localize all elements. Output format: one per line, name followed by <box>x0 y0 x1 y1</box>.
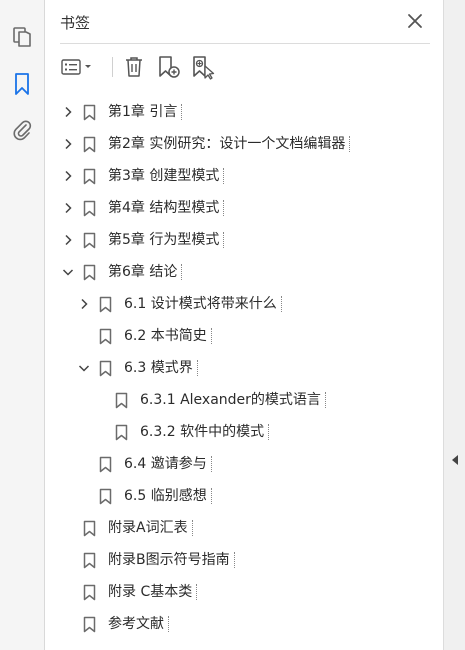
panel-collapse-strip[interactable] <box>443 0 465 650</box>
bookmark-icon <box>82 103 96 121</box>
toolbar-separator <box>112 57 113 77</box>
header-divider <box>60 43 430 44</box>
bookmark-icon <box>15 73 29 95</box>
bookmark-item[interactable]: 参考文献 <box>60 608 169 640</box>
options-menu-icon <box>61 59 91 75</box>
bookmark-item[interactable]: 第6章 结论 <box>60 256 183 288</box>
bookmark-label: 附录A词汇表 <box>108 520 193 536</box>
bookmark-label: 参考文献 <box>108 616 169 632</box>
navigation-rail <box>0 0 45 650</box>
bookmark-icon <box>114 391 128 409</box>
bookmark-icon <box>98 295 112 313</box>
bookmark-toolbar <box>60 53 430 81</box>
chevron-down-icon[interactable] <box>60 264 76 280</box>
bookmark-icon <box>82 135 96 153</box>
bookmark-item[interactable]: 6.5 临别感想 <box>76 480 212 512</box>
pages-panel-button[interactable] <box>9 24 35 50</box>
bookmark-label: 第6章 结论 <box>108 264 183 280</box>
bookmark-icon <box>82 519 96 537</box>
bookmark-label: 附录B图示符号指南 <box>108 552 235 568</box>
new-bookmark-from-structure-button[interactable] <box>190 53 216 81</box>
chevron-right-icon[interactable] <box>76 296 92 312</box>
bookmark-item[interactable]: 6.3 模式界 <box>76 352 198 384</box>
bookmark-label: 第5章 行为型模式 <box>108 232 225 248</box>
bookmark-item[interactable]: 附录 C基本类 <box>60 576 198 608</box>
chevron-right-icon[interactable] <box>60 104 76 120</box>
bookmark-label: 6.3.2 软件中的模式 <box>140 424 270 440</box>
bookmark-icon <box>82 263 96 281</box>
new-bookmark-icon <box>159 56 180 78</box>
bookmark-icon <box>98 455 112 473</box>
bookmark-icon <box>82 231 96 249</box>
bookmark-label: 6.2 本书简史 <box>124 328 212 344</box>
chevron-right-icon[interactable] <box>60 200 76 216</box>
bookmark-icon <box>82 551 96 569</box>
bookmark-item[interactable]: 第2章 实例研究：设计一个文档编辑器 <box>60 128 351 160</box>
bookmark-icon <box>98 487 112 505</box>
bookmark-icon <box>82 167 96 185</box>
bookmark-icon <box>114 423 128 441</box>
bookmark-item[interactable]: 6.1 设计模式将带来什么 <box>76 288 282 320</box>
bookmark-label: 第2章 实例研究：设计一个文档编辑器 <box>108 136 351 152</box>
bookmark-item[interactable]: 6.2 本书简史 <box>76 320 212 352</box>
chevron-right-icon[interactable] <box>60 168 76 184</box>
new-bookmark-button[interactable] <box>156 53 182 81</box>
bookmark-label: 6.3 模式界 <box>124 360 198 376</box>
delete-icon <box>126 57 142 77</box>
bookmark-item[interactable]: 附录A词汇表 <box>60 512 193 544</box>
bookmarks-panel: 书签 第1章 引言 第2章 实例研究：设计一个文档编辑器 第3章 创建型模式 第… <box>46 0 443 650</box>
bookmark-label: 第4章 结构型模式 <box>108 200 225 216</box>
bookmark-item[interactable]: 第1章 引言 <box>60 96 183 128</box>
new-bookmark-from-structure-icon <box>193 56 215 80</box>
bookmark-item[interactable]: 第3章 创建型模式 <box>60 160 225 192</box>
bookmark-label: 6.4 邀请参与 <box>124 456 212 472</box>
bookmark-icon <box>98 327 112 345</box>
bookmarks-panel-button[interactable] <box>9 71 35 97</box>
bookmark-item[interactable]: 附录B图示符号指南 <box>60 544 235 576</box>
bookmark-item[interactable]: 6.4 邀请参与 <box>76 448 212 480</box>
chevron-right-icon[interactable] <box>60 136 76 152</box>
panel-title: 书签 <box>60 14 91 32</box>
bookmark-icon <box>82 615 96 633</box>
chevron-right-icon[interactable] <box>60 232 76 248</box>
bookmark-item[interactable]: 第5章 行为型模式 <box>60 224 225 256</box>
bookmark-label: 附录 C基本类 <box>108 584 198 600</box>
bookmark-icon <box>98 359 112 377</box>
options-menu-button[interactable] <box>60 53 96 81</box>
attachments-panel-button[interactable] <box>9 117 35 143</box>
attachment-icon <box>13 120 32 141</box>
bookmark-label: 6.5 临别感想 <box>124 488 212 504</box>
bookmark-item[interactable]: 6.3.1 Alexander的模式语言 <box>92 384 326 416</box>
bookmark-icon <box>82 199 96 217</box>
delete-bookmark-button[interactable] <box>122 53 146 81</box>
bookmark-item[interactable]: 6.3.2 软件中的模式 <box>92 416 270 448</box>
close-button[interactable] <box>406 12 424 30</box>
pages-icon <box>13 27 31 47</box>
bookmark-icon <box>82 583 96 601</box>
bookmark-label: 第1章 引言 <box>108 104 183 120</box>
bookmark-label: 6.1 设计模式将带来什么 <box>124 296 282 312</box>
close-icon <box>408 14 422 28</box>
bookmark-label: 第3章 创建型模式 <box>108 168 225 184</box>
collapse-arrow-icon <box>452 455 458 465</box>
bookmark-item[interactable]: 第4章 结构型模式 <box>60 192 225 224</box>
chevron-down-icon[interactable] <box>76 360 92 376</box>
bookmark-label: 6.3.1 Alexander的模式语言 <box>140 392 326 408</box>
